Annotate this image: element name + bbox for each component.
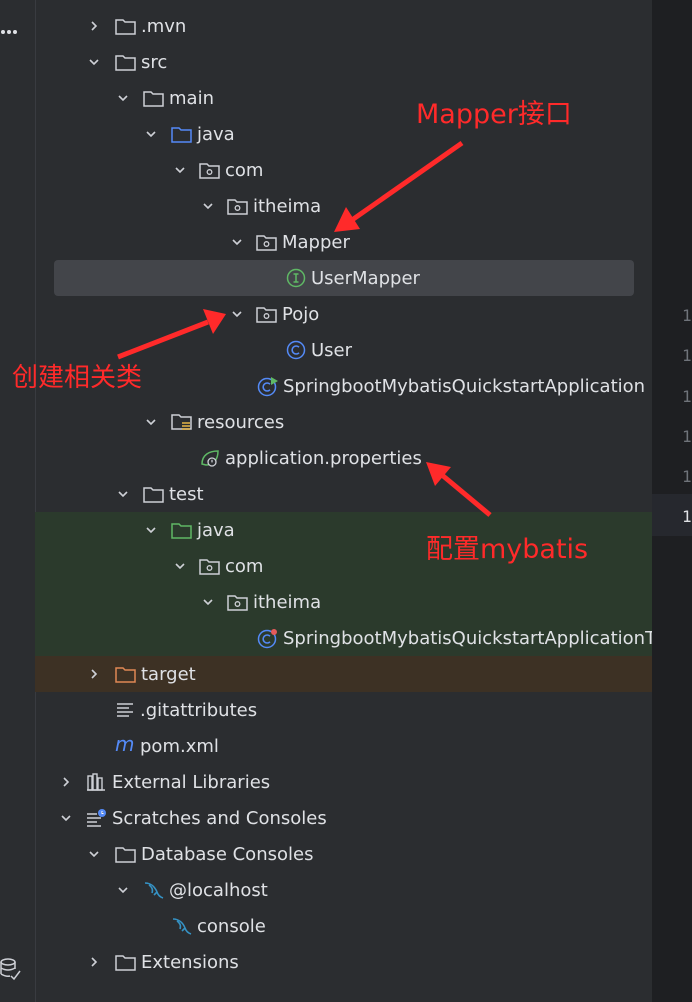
annotation-arrows <box>117 140 492 517</box>
annotation-configure-mybatis: 配置mybatis <box>426 534 589 565</box>
annotation-mapper-interface: Mapper接口 <box>416 99 572 130</box>
annotation-create-classes: 创建相关类 <box>12 363 143 393</box>
